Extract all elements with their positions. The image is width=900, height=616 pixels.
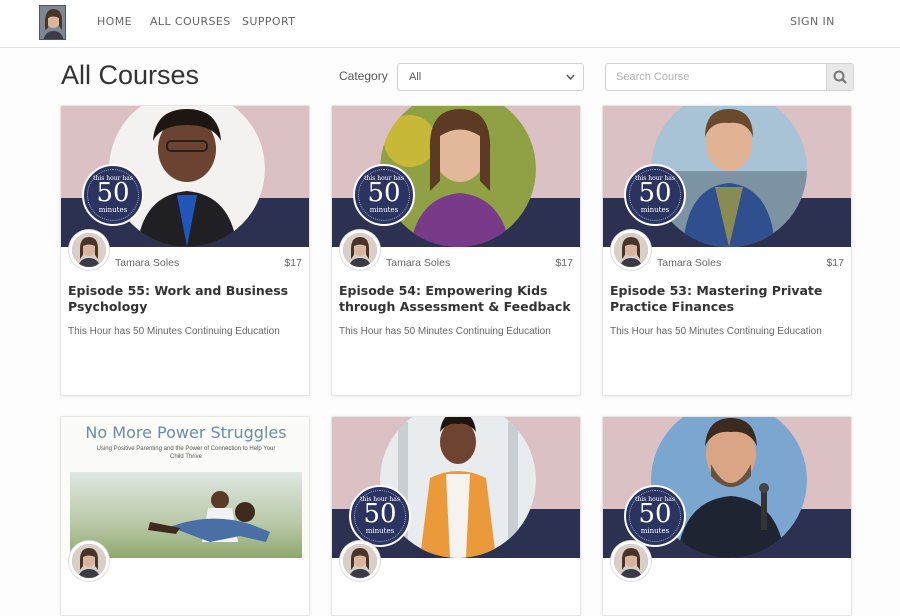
family-photo bbox=[70, 472, 302, 558]
fifty-minutes-badge: this hour has 50 minutes bbox=[624, 485, 686, 547]
author-name[interactable]: Tamara Soles bbox=[386, 257, 450, 269]
search-course-input[interactable]: Search Course bbox=[605, 63, 826, 91]
course-price: $17 bbox=[826, 257, 844, 269]
author-avatar bbox=[611, 541, 651, 581]
course-price: $17 bbox=[284, 257, 302, 269]
course-subtitle: This Hour has 50 Minutes Continuing Educ… bbox=[339, 326, 551, 337]
category-selected-value: All bbox=[409, 71, 422, 83]
fifty-minutes-badge: this hour has 50 minutes bbox=[353, 164, 415, 226]
thumbnail-subtitle: Using Positive Parenting and the Power o… bbox=[96, 446, 276, 460]
course-subtitle: This Hour has 50 Minutes Continuing Educ… bbox=[68, 326, 280, 337]
course-card[interactable]: this hour has 50 minutes bbox=[331, 416, 581, 616]
course-thumbnail[interactable]: this hour has 50 minutes bbox=[603, 417, 851, 558]
nav-all-courses-link[interactable]: ALL COURSES bbox=[150, 15, 231, 28]
category-label: Category bbox=[339, 69, 388, 83]
course-card[interactable]: this hour has 50 minutes Tamara Soles $1… bbox=[60, 105, 310, 396]
author-avatar bbox=[69, 541, 109, 581]
page-title: All Courses bbox=[61, 60, 200, 90]
author-avatar bbox=[69, 230, 109, 270]
author-name[interactable]: Tamara Soles bbox=[115, 257, 179, 269]
author-name[interactable]: Tamara Soles bbox=[657, 257, 721, 269]
course-thumbnail[interactable]: this hour has 50 minutes bbox=[61, 106, 309, 247]
nav-support-link[interactable]: SUPPORT bbox=[242, 15, 295, 28]
top-navbar: HOME ALL COURSES SUPPORT SIGN IN bbox=[0, 0, 900, 48]
logo-portrait-icon bbox=[40, 6, 65, 39]
course-card[interactable]: No More Power Struggles Using Positive P… bbox=[60, 416, 310, 616]
category-select[interactable]: All bbox=[397, 63, 584, 91]
author-avatar bbox=[611, 230, 651, 270]
course-subtitle: This Hour has 50 Minutes Continuing Educ… bbox=[610, 326, 822, 337]
fifty-minutes-badge: this hour has 50 minutes bbox=[624, 164, 686, 226]
fifty-minutes-badge: this hour has 50 minutes bbox=[82, 164, 144, 226]
author-avatar bbox=[340, 541, 380, 581]
course-thumbnail[interactable]: this hour has 50 minutes bbox=[603, 106, 851, 247]
thumbnail-title: No More Power Struggles bbox=[85, 423, 287, 442]
site-logo[interactable] bbox=[39, 5, 66, 40]
course-title[interactable]: Episode 55: Work and Business Psychology bbox=[68, 283, 304, 315]
chevron-down-icon bbox=[566, 70, 575, 86]
course-thumbnail[interactable]: this hour has 50 minutes bbox=[332, 417, 580, 558]
search-icon bbox=[833, 70, 847, 84]
course-thumbnail[interactable]: No More Power Struggles Using Positive P… bbox=[61, 417, 309, 558]
course-card[interactable]: this hour has 50 minutes bbox=[602, 416, 852, 616]
course-title[interactable]: Episode 53: Mastering Private Practice F… bbox=[610, 283, 846, 315]
author-avatar bbox=[340, 230, 380, 270]
course-card[interactable]: this hour has 50 minutes Tamara Soles $1… bbox=[331, 105, 581, 396]
course-thumbnail[interactable]: this hour has 50 minutes bbox=[332, 106, 580, 247]
family-photo-icon bbox=[148, 491, 270, 542]
course-card[interactable]: this hour has 50 minutes Tamara Soles $1… bbox=[602, 105, 852, 396]
nav-home-link[interactable]: HOME bbox=[97, 15, 132, 28]
search-button[interactable] bbox=[826, 63, 854, 91]
course-title[interactable]: Episode 54: Empowering Kids through Asse… bbox=[339, 283, 575, 315]
sign-in-link[interactable]: SIGN IN bbox=[790, 15, 835, 28]
course-price: $17 bbox=[555, 257, 573, 269]
search-placeholder: Search Course bbox=[616, 71, 690, 83]
fifty-minutes-badge: this hour has 50 minutes bbox=[349, 485, 411, 547]
